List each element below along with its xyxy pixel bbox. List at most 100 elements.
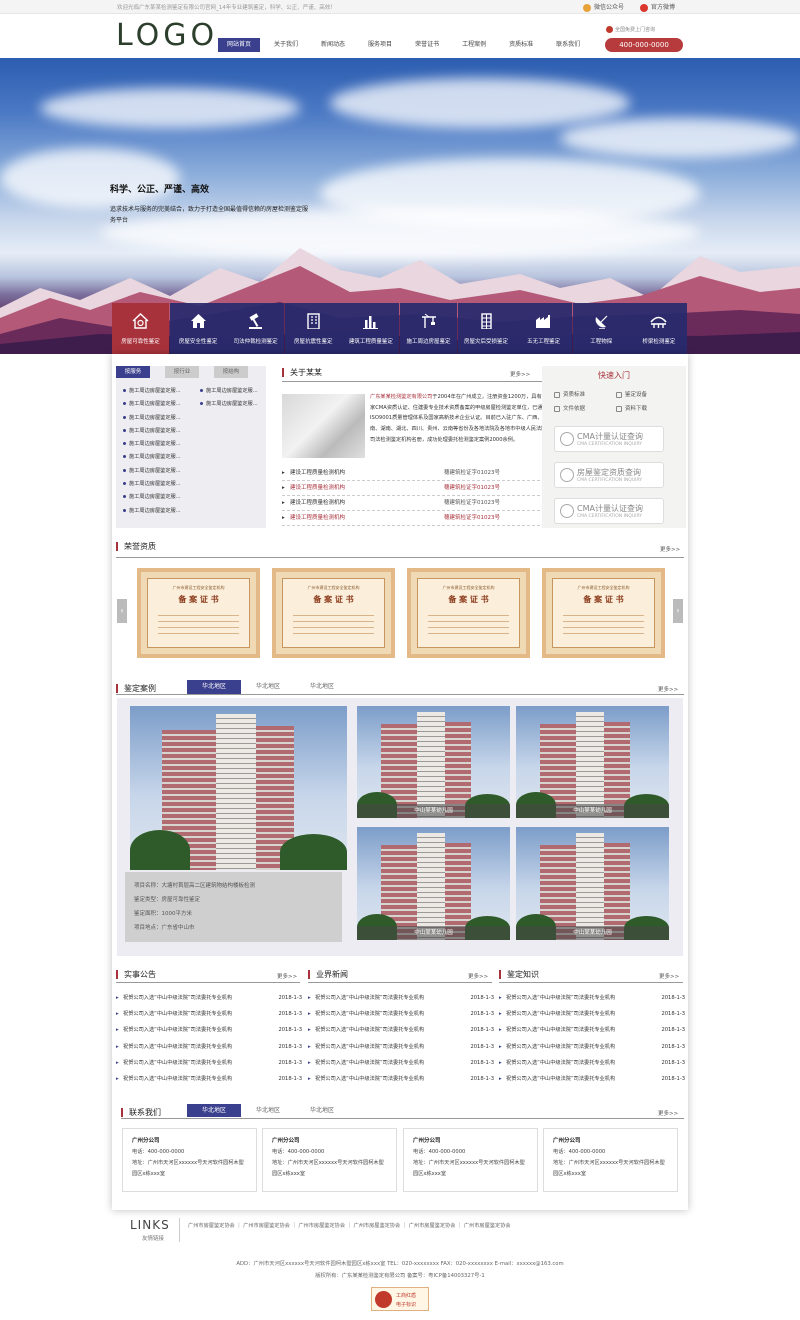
news-item[interactable]: 祝贺公司入选“中山中级法院”司法委托专业机构 2018-1-3 (499, 1022, 685, 1038)
wechat-link[interactable]: 微信公众号 (583, 2, 624, 12)
category-item[interactable]: 施工周边房屋鉴定服... (123, 505, 181, 518)
next-arrow[interactable]: › (673, 599, 683, 623)
featured-case-image[interactable] (130, 706, 347, 870)
category-item[interactable]: 施工周边房屋鉴定服... (123, 465, 181, 478)
case-thumbnail[interactable]: 中山某某幼儿园 (516, 827, 669, 940)
news-more-link[interactable]: 更多>> (659, 972, 679, 980)
news-more-link[interactable]: 更多>> (277, 972, 297, 980)
honor-more-link[interactable]: 更多>> (660, 545, 680, 553)
qualification-row[interactable]: 建设工程质量检测机构 穗建筑检证字01023号 (282, 466, 550, 481)
case-thumbnail[interactable]: 中山某某幼儿园 (357, 706, 510, 818)
service-bridge[interactable]: 桥梁检测鉴定 (630, 303, 688, 354)
qualification-query-button[interactable]: 房屋鉴定资质查询 CMA CERTIFICATION INQUIRY (554, 462, 664, 488)
cma-query-button-2[interactable]: CMA计量认证查询 CMA CERTIFICATION INQUIRY (554, 498, 664, 524)
news-item[interactable]: 祝贺公司入选“中山中级法院”司法委托专业机构 2018-1-3 (499, 990, 685, 1006)
news-item[interactable]: 祝贺公司入选“中山中级法院”司法委托专业机构 2018-1-3 (116, 990, 302, 1006)
news-item[interactable]: 祝贺公司入选“中山中级法院”司法委托专业机构 2018-1-3 (499, 1071, 685, 1087)
contact-tab[interactable]: 华北地区 (295, 1104, 349, 1117)
nav-news[interactable]: 新闻动态 (312, 38, 354, 52)
service-quality[interactable]: 建筑工程质量鉴定 (342, 303, 400, 354)
tab-by-structure[interactable]: 按结构 (214, 366, 248, 378)
service-five-none[interactable]: 五无工程鉴定 (515, 303, 573, 354)
tab-by-industry[interactable]: 按行业 (165, 366, 199, 378)
news-item[interactable]: 祝贺公司入选“中山中级法院”司法委托专业机构 2018-1-3 (308, 1006, 494, 1022)
business-license-badge[interactable]: 工商红盾 电子标识 (371, 1287, 429, 1311)
prev-arrow[interactable]: ‹ (117, 599, 127, 623)
category-item[interactable]: 施工周边房屋鉴定服... (123, 451, 181, 464)
links-list[interactable]: 广州市房屋鉴定协会 ｜ 广州市房屋鉴定协会 ｜ 广州市房屋鉴定协会 ｜ 广州市房… (188, 1222, 511, 1229)
quick-link-equipment[interactable]: 鉴定设备 (616, 390, 647, 398)
category-item[interactable]: 施工周边房屋鉴定服... (200, 398, 258, 411)
news-item[interactable]: 祝贺公司入选“中山中级法院”司法委托专业机构 2018-1-3 (116, 1055, 302, 1071)
category-item[interactable]: 施工周边房屋鉴定服... (123, 491, 181, 504)
certificate-card[interactable]: 广州市建设工程安全鉴定机构备 案 证 书 (407, 568, 530, 658)
qualification-row[interactable]: 建设工程质量检测机构 穗建筑检证字01023号 (282, 511, 550, 526)
case-tab[interactable]: 华北地区 (187, 680, 241, 694)
qualification-row[interactable]: 建设工程质量检测机构 穗建筑检证字01023号 (282, 496, 550, 511)
certificate-card[interactable]: 广州市建设工程安全鉴定机构备 案 证 书 (137, 568, 260, 658)
service-seismic[interactable]: 房屋抗震性鉴定 (284, 303, 342, 354)
weibo-link[interactable]: 官方微博 (640, 2, 675, 12)
cma-query-button[interactable]: CMA计量认证查询 CMA CERTIFICATION INQUIRY (554, 426, 664, 452)
service-judicial[interactable]: 司法仲裁检测鉴定 (227, 303, 285, 354)
news-date: 2018-1-3 (278, 1011, 302, 1018)
certificate-card[interactable]: 广州市建设工程安全鉴定机构备 案 证 书 (542, 568, 665, 658)
news-item[interactable]: 祝贺公司入选“中山中级法院”司法委托专业机构 2018-1-3 (499, 1055, 685, 1071)
certificate-card[interactable]: 广州市建设工程安全鉴定机构备 案 证 书 (272, 568, 395, 658)
case-tab[interactable]: 华北地区 (241, 680, 295, 694)
service-label: 桥梁检测鉴定 (642, 339, 676, 345)
news-item[interactable]: 祝贺公司入选“中山中级法院”司法委托专业机构 2018-1-3 (116, 1039, 302, 1055)
news-item[interactable]: 祝贺公司入选“中山中级法院”司法委托专业机构 2018-1-3 (116, 1006, 302, 1022)
case-thumbnail[interactable]: 中山某某幼儿园 (357, 827, 510, 940)
service-construction-nearby[interactable]: 施工周边房屋鉴定 (399, 303, 457, 354)
category-item[interactable]: 施工周边房屋鉴定服... (123, 425, 181, 438)
category-item[interactable]: 施工周边房屋鉴定服... (123, 412, 181, 425)
nav-home[interactable]: 网站首页 (218, 38, 261, 52)
quick-link-basis[interactable]: 文件依据 (554, 404, 585, 412)
category-item[interactable]: 施工周边房屋鉴定服... (123, 385, 181, 398)
logo[interactable]: LOGO (116, 18, 218, 53)
house-gear-icon (132, 313, 149, 329)
tab-by-service[interactable]: 按服务 (116, 366, 150, 378)
service-geophysics[interactable]: 工程物探 (572, 303, 630, 354)
category-panel: 按服务 按行业 按结构 施工周边房屋鉴定服... 施工周边房屋鉴定服... 施工… (116, 366, 266, 528)
nav-about[interactable]: 关于我们 (265, 38, 307, 52)
news-item[interactable]: 祝贺公司入选“中山中级法院”司法委托专业机构 2018-1-3 (308, 1055, 494, 1071)
service-disaster[interactable]: 房屋灾后受损鉴定 (457, 303, 515, 354)
news-item[interactable]: 祝贺公司入选“中山中级法院”司法委托专业机构 2018-1-3 (499, 1006, 685, 1022)
nav-honors[interactable]: 荣誉证书 (406, 38, 448, 52)
news-item[interactable]: 祝贺公司入选“中山中级法院”司法委托专业机构 2018-1-3 (116, 1022, 302, 1038)
hotline-button[interactable]: 400-000-0000 (605, 38, 683, 52)
news-item[interactable]: 祝贺公司入选“中山中级法院”司法委托专业机构 2018-1-3 (116, 1071, 302, 1087)
news-item[interactable]: 祝贺公司入选“中山中级法院”司法委托专业机构 2018-1-3 (308, 1039, 494, 1055)
qualification-row[interactable]: 建设工程质量检测机构 穗建筑检证字01023号 (282, 481, 550, 496)
case-thumbnail[interactable]: 中山某某幼儿园 (516, 706, 669, 818)
quick-link-standards[interactable]: 资质标准 (554, 390, 585, 398)
nav-cases[interactable]: 工程案例 (453, 38, 495, 52)
news-title: 祝贺公司入选“中山中级法院”司法委托专业机构 (506, 995, 616, 1001)
news-item[interactable]: 祝贺公司入选“中山中级法院”司法委托专业机构 2018-1-3 (499, 1039, 685, 1055)
cases-divider (116, 694, 684, 695)
news-item[interactable]: 祝贺公司入选“中山中级法院”司法委托专业机构 2018-1-3 (308, 990, 494, 1006)
contact-tab[interactable]: 华北地区 (187, 1104, 241, 1117)
nav-contact[interactable]: 联系我们 (547, 38, 589, 52)
contact-tab[interactable]: 华北地区 (241, 1104, 295, 1117)
nav-standards[interactable]: 资质标准 (500, 38, 542, 52)
category-item[interactable]: 施工周边房屋鉴定服... (123, 438, 181, 451)
category-item[interactable]: 施工周边房屋鉴定服... (123, 478, 181, 491)
category-item[interactable]: 施工周边房屋鉴定服... (123, 398, 181, 411)
about-more-link[interactable]: 更多>> (510, 370, 530, 378)
news-list-industry: 祝贺公司入选“中山中级法院”司法委托专业机构 2018-1-3 祝贺公司入选“中山… (308, 990, 494, 1087)
news-item[interactable]: 祝贺公司入选“中山中级法院”司法委托专业机构 2018-1-3 (308, 1022, 494, 1038)
service-safety[interactable]: 房屋安全性鉴定 (169, 303, 227, 354)
service-reliability[interactable]: 房屋可靠性鉴定 (112, 303, 169, 354)
service-label: 五无工程鉴定 (527, 339, 561, 345)
cases-more-link[interactable]: 更多>> (658, 685, 678, 693)
nav-services[interactable]: 服务项目 (359, 38, 401, 52)
news-more-link[interactable]: 更多>> (468, 972, 488, 980)
news-item[interactable]: 祝贺公司入选“中山中级法院”司法委托专业机构 2018-1-3 (308, 1071, 494, 1087)
quick-link-downloads[interactable]: 资料下载 (616, 404, 647, 412)
case-tab[interactable]: 华北地区 (295, 680, 349, 694)
contact-more-link[interactable]: 更多>> (658, 1109, 678, 1117)
category-item[interactable]: 施工周边房屋鉴定服... (200, 385, 258, 398)
